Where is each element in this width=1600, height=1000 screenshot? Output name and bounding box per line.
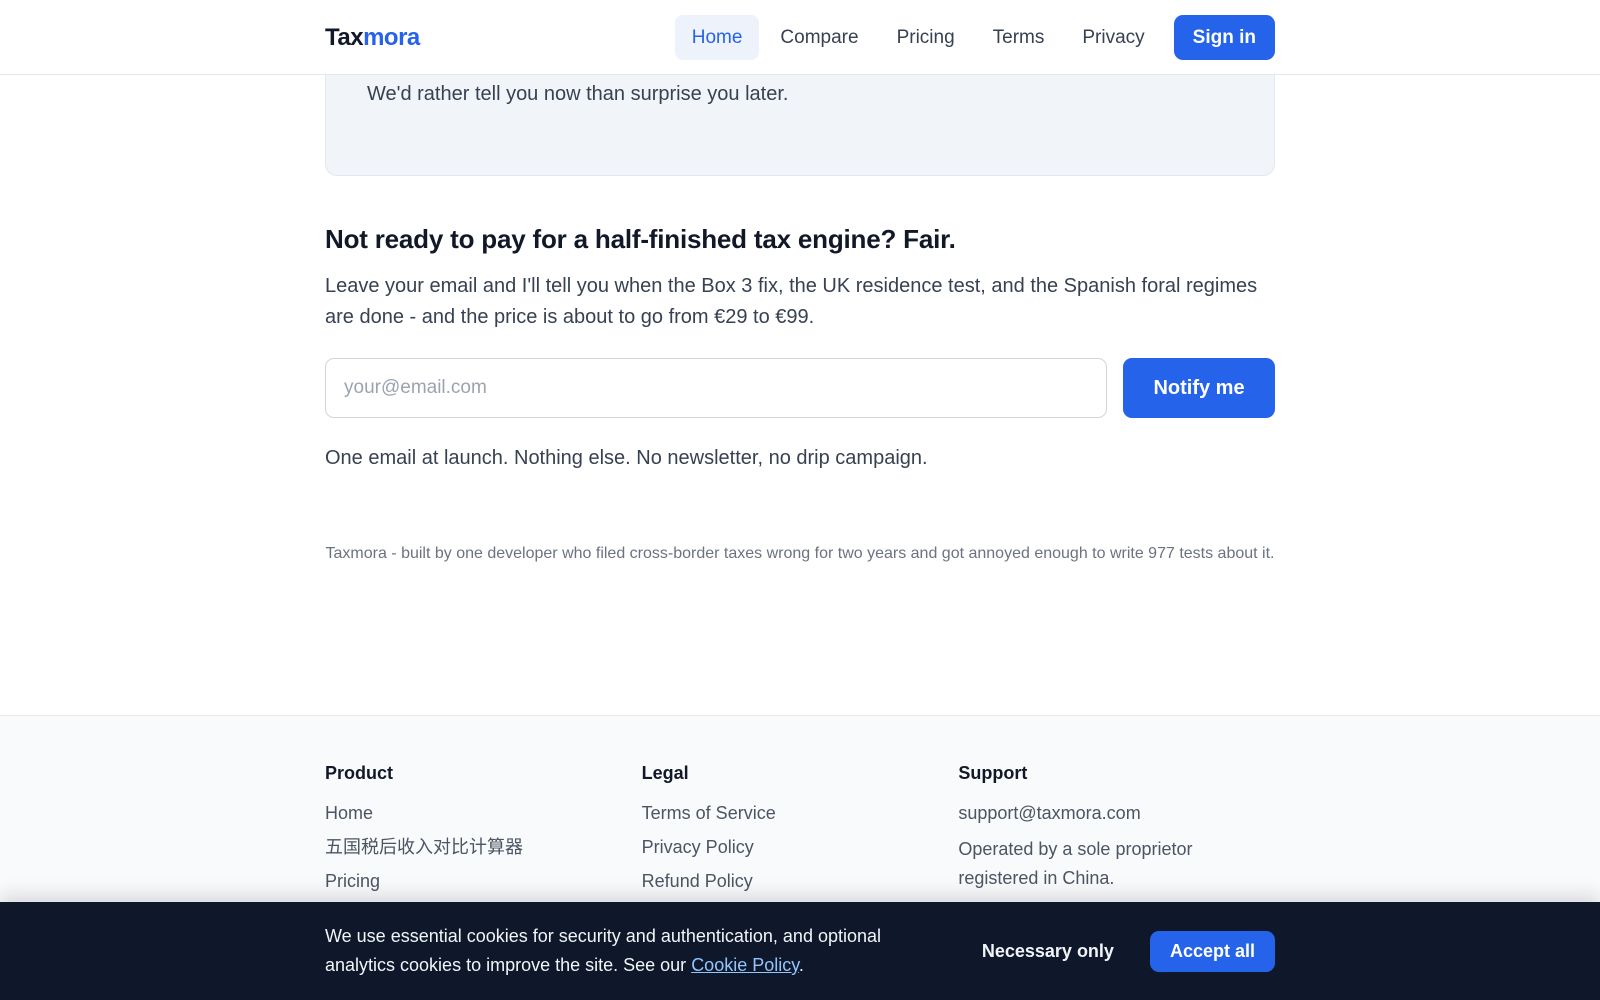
operator-note: Operated by a sole proprietor registered… (958, 839, 1193, 888)
footer-link-refund[interactable]: Refund Policy (642, 869, 959, 893)
footer-link-privacy[interactable]: Privacy Policy (642, 835, 959, 859)
logo-text: Tax (325, 23, 364, 51)
nav-pricing-link[interactable]: Pricing (880, 15, 972, 60)
notify-lead: Leave your email and I'll tell you when … (325, 275, 1258, 328)
cookie-text-end: . (798, 955, 804, 975)
footer-link-calculator[interactable]: 五国税后收入对比计算器 (325, 835, 642, 859)
cookie-policy-link[interactable]: Cookie Policy (691, 955, 799, 975)
footer-link-pricing[interactable]: Pricing (325, 869, 642, 893)
credit-text: Taxmora - built by one developer who fil… (325, 545, 1275, 562)
sign-in-button[interactable]: Sign in (1173, 15, 1275, 60)
footer-support-title: Support (958, 763, 1028, 783)
footer-legal-column: Legal Terms of Service Privacy Policy Re… (642, 761, 959, 903)
cookie-actions: Necessary only Accept all (964, 930, 1275, 972)
notify-fineprint: One email at launch. Nothing else. No ne… (325, 447, 928, 469)
logo[interactable]: Taxmora (325, 24, 420, 52)
notify-me-button[interactable]: Notify me (1123, 358, 1275, 418)
footer-product-title: Product (325, 763, 394, 783)
logo-accent-text: mora (363, 23, 420, 51)
nav-terms-link[interactable]: Terms (976, 15, 1062, 60)
nav-privacy-link[interactable]: Privacy (1065, 15, 1161, 60)
email-input[interactable] (325, 358, 1107, 418)
nav-home-link[interactable]: Home (674, 15, 760, 60)
site-header: Taxmora Home Compare Pricing Terms Priva… (0, 0, 1600, 75)
info-card-text: We'd rather tell you now than surprise y… (367, 83, 789, 105)
footer-support-column: Support support@taxmora.com Operated by … (958, 761, 1275, 903)
nav-compare-link[interactable]: Compare (763, 15, 875, 60)
footer-link-home[interactable]: Home (325, 801, 642, 825)
necessary-only-button[interactable]: Necessary only (964, 931, 1132, 972)
accept-all-button[interactable]: Accept all (1149, 930, 1275, 972)
cookie-text: We use essential cookies for security an… (325, 922, 925, 980)
notify-form: Notify me (325, 358, 1275, 418)
notify-section: Not ready to pay for a half-finished tax… (325, 220, 1285, 470)
cookie-banner: We use essential cookies for security an… (0, 902, 1600, 1000)
footer-legal-title: Legal (641, 763, 689, 783)
support-email-link[interactable]: support@taxmora.com (958, 801, 1275, 825)
main-nav: Home Compare Pricing Terms Privacy Sign … (674, 15, 1275, 60)
footer-product-column: Product Home 五国税后收入对比计算器 Pricing (325, 761, 642, 903)
notify-heading: Not ready to pay for a half-finished tax… (325, 224, 956, 254)
footer-link-terms[interactable]: Terms of Service (642, 801, 959, 825)
